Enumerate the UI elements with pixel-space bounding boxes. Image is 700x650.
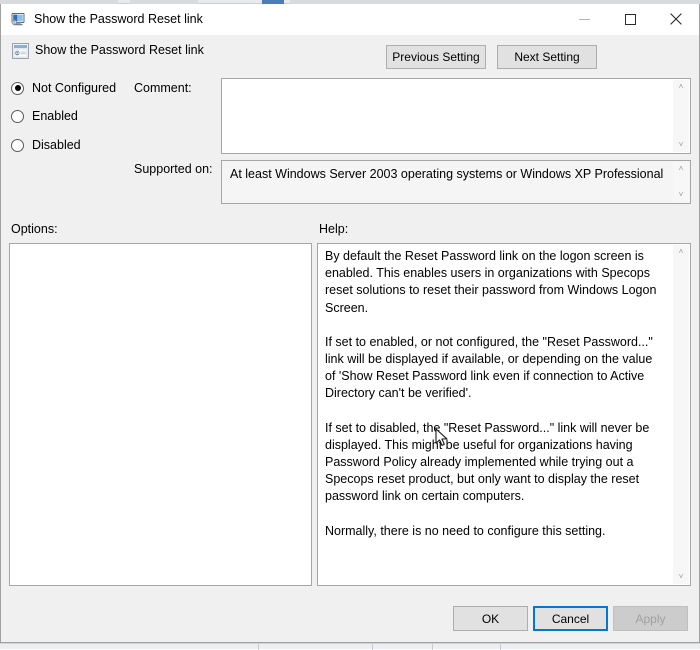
options-panel[interactable] — [9, 243, 312, 586]
radio-label-enabled: Enabled — [32, 109, 78, 123]
policy-monitor-icon — [10, 11, 26, 27]
cancel-button[interactable]: Cancel — [533, 606, 608, 631]
window-title: Show the Password Reset link — [34, 12, 203, 26]
desktop-background-bottom-edge — [0, 643, 700, 650]
help-panel[interactable]: By default the Reset Password link on th… — [317, 243, 691, 586]
title-bar[interactable]: Show the Password Reset link — [1, 4, 699, 35]
supported-on-value: At least Windows Server 2003 operating s… — [230, 167, 664, 181]
chevron-down-icon[interactable]: ˅ — [673, 138, 689, 152]
setting-name-label: Show the Password Reset link — [35, 43, 204, 57]
radio-disabled[interactable]: Disabled — [11, 138, 81, 152]
apply-button: Apply — [613, 606, 688, 631]
close-button[interactable] — [653, 4, 699, 34]
help-paragraph: Normally, there is no need to configure … — [325, 523, 606, 538]
maximize-button[interactable] — [607, 4, 653, 34]
previous-setting-button[interactable]: Previous Setting — [386, 45, 486, 69]
supported-on-label: Supported on: — [134, 162, 213, 176]
group-policy-setting-icon — [12, 43, 29, 59]
setting-header-band: Show the Password Reset link Previous Se… — [1, 35, 699, 78]
chevron-down-icon[interactable]: ˅ — [673, 188, 689, 202]
minimize-icon — [578, 18, 590, 20]
minimize-button[interactable] — [561, 4, 607, 34]
panels-container: By default the Reset Password link on th… — [1, 243, 699, 595]
setting-state-form: Not Configured Enabled Disabled Comment:… — [1, 78, 699, 219]
comment-scrollbar[interactable]: ˄ ˅ — [673, 80, 689, 152]
help-label: Help: — [319, 222, 349, 236]
radio-mark-enabled[interactable] — [11, 109, 24, 123]
help-paragraph: If set to enabled, or not configured, th… — [325, 334, 653, 401]
supported-on-field: At least Windows Server 2003 operating s… — [221, 160, 691, 204]
radio-not-configured[interactable]: Not Configured — [11, 81, 116, 95]
next-setting-button[interactable]: Next Setting — [497, 45, 597, 69]
help-paragraph: If set to disabled, the "Reset Password.… — [325, 420, 650, 504]
comment-label: Comment: — [134, 81, 192, 95]
window-controls — [561, 4, 699, 34]
chevron-up-icon[interactable]: ˄ — [673, 245, 689, 259]
group-policy-setting-dialog: Show the Password Reset link Show the Pa… — [0, 4, 700, 643]
panel-labels-row: Options: Help: — [1, 219, 699, 243]
chevron-up-icon[interactable]: ˄ — [673, 162, 689, 176]
help-paragraph: By default the Reset Password link on th… — [325, 249, 657, 315]
options-label: Options: — [11, 222, 58, 236]
help-text-content: By default the Reset Password link on th… — [325, 248, 663, 540]
close-icon — [670, 13, 682, 25]
comment-field[interactable]: ˄ ˅ — [221, 78, 691, 154]
chevron-up-icon[interactable]: ˄ — [673, 80, 689, 94]
radio-enabled[interactable]: Enabled — [11, 109, 78, 123]
radio-label-not-configured: Not Configured — [32, 81, 117, 95]
chevron-down-icon[interactable]: ˅ — [673, 570, 689, 584]
dialog-footer: OK Cancel Apply — [1, 595, 699, 642]
radio-mark-disabled[interactable] — [11, 138, 24, 152]
radio-label-disabled: Disabled — [32, 138, 81, 152]
supported-on-scrollbar[interactable]: ˄ ˅ — [673, 162, 689, 202]
maximize-icon — [624, 13, 636, 25]
help-scrollbar[interactable]: ˄ ˅ — [673, 245, 689, 584]
ok-button[interactable]: OK — [453, 606, 528, 631]
radio-mark-not-configured[interactable] — [11, 81, 24, 95]
